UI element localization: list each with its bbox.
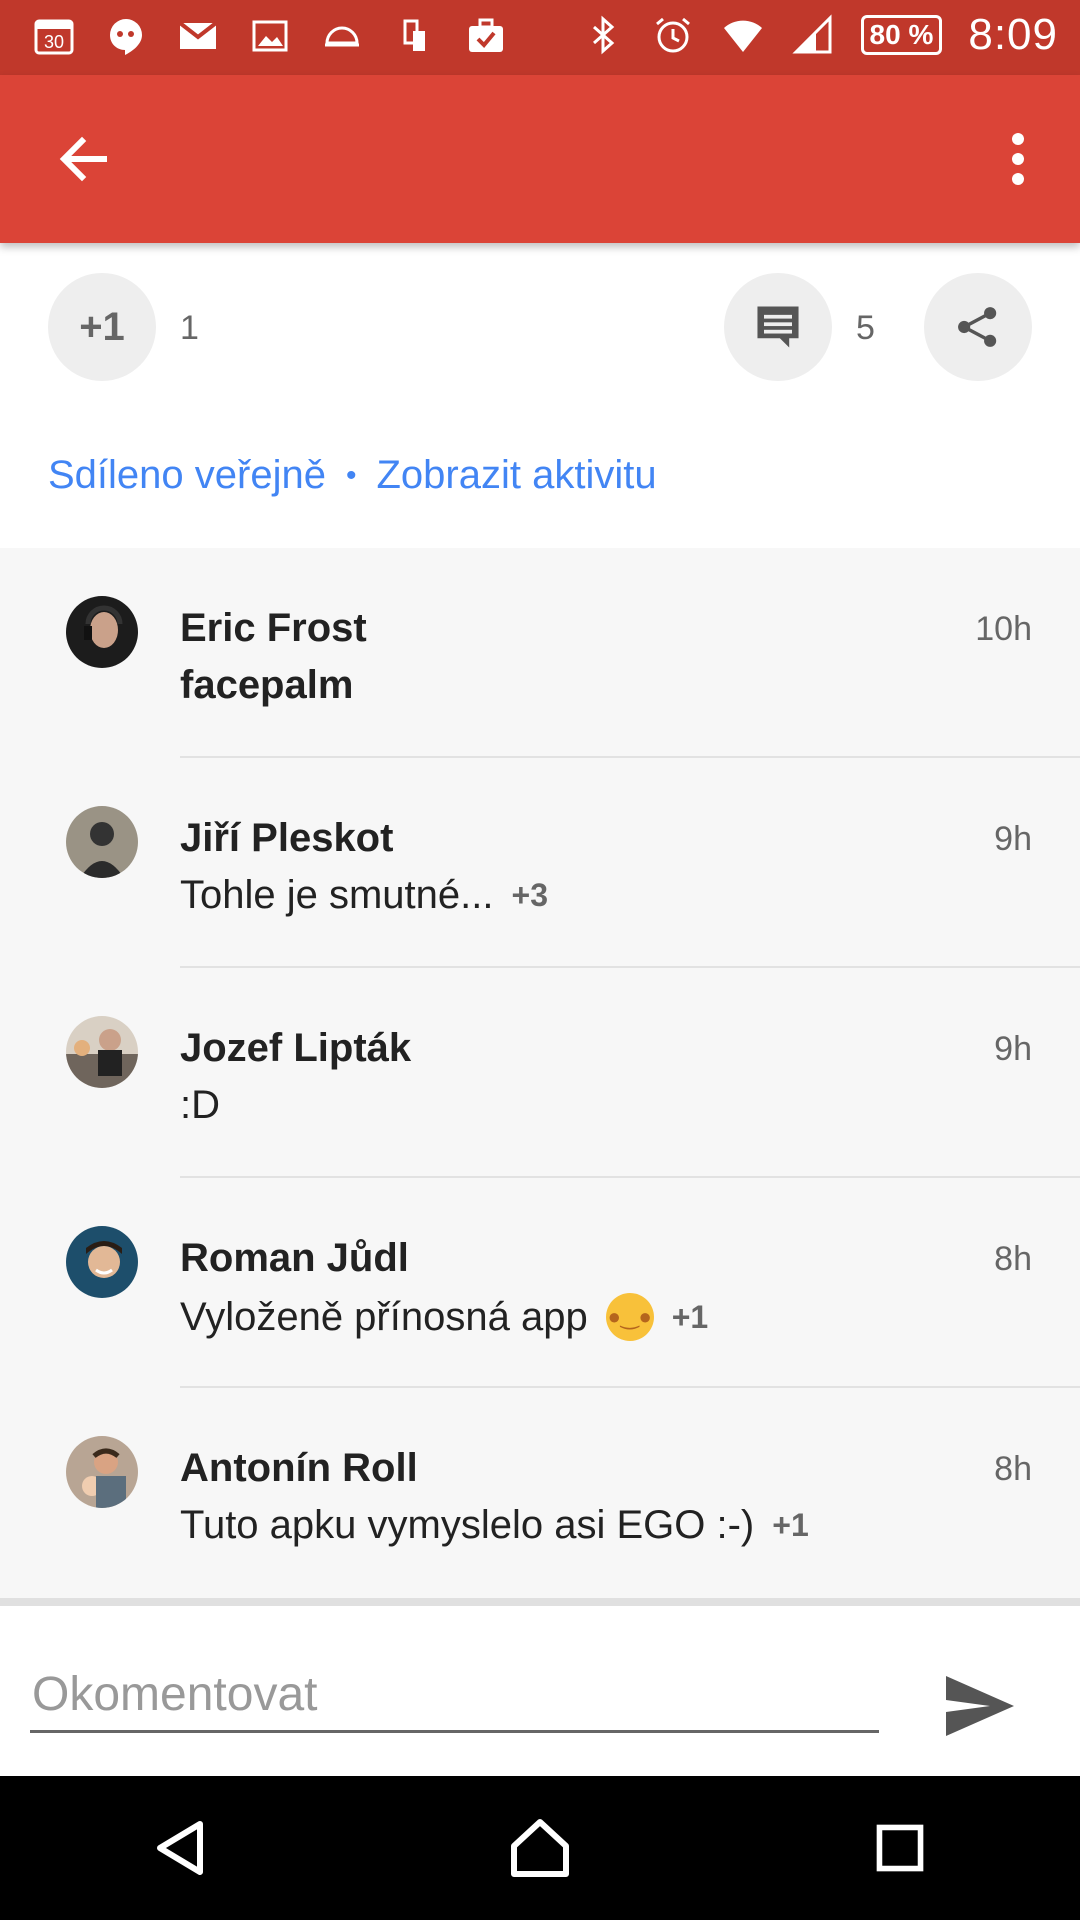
- comment-time: 10h: [975, 610, 1032, 648]
- nav-home-icon[interactable]: [495, 1803, 585, 1893]
- show-activity-link[interactable]: Zobrazit aktivitu: [376, 453, 656, 498]
- avatar[interactable]: [66, 1016, 138, 1088]
- back-arrow-icon[interactable]: [52, 127, 116, 191]
- comment-text: Vyloženě přínosná app ●‿● +1: [180, 1293, 708, 1341]
- post-actions: +1 1 5 Sdíleno veřejně • Zobrazit aktivi…: [0, 243, 1080, 548]
- comment-item[interactable]: Jiří Pleskot 9h Tohle je smutné... +3: [0, 758, 1080, 968]
- comment-item[interactable]: Jozef Lipták 9h :D: [0, 968, 1080, 1178]
- comment-time: 9h: [994, 1030, 1032, 1068]
- comment-body: Vyloženě přínosná app: [180, 1294, 588, 1339]
- comment-body: Tohle je smutné...: [180, 873, 494, 917]
- comment-item[interactable]: Roman Jůdl 8h Vyloženě přínosná app ●‿● …: [0, 1178, 1080, 1388]
- status-bar: 30 80 % 8:09: [0, 0, 1080, 75]
- calendar-day: 30: [44, 32, 64, 52]
- share-icon: [958, 307, 997, 347]
- plus-one-count: +1: [671, 1298, 709, 1335]
- comment-text: facepalm: [180, 663, 353, 708]
- plus-one-count: 1: [180, 309, 199, 347]
- comment-input[interactable]: [30, 1658, 879, 1733]
- alarm-icon: [651, 13, 695, 57]
- comment-text: Tuto apku vymyslelo asi EGO :-) +1: [180, 1503, 809, 1548]
- avatar[interactable]: [66, 806, 138, 878]
- avatar[interactable]: [66, 596, 138, 668]
- comment-author[interactable]: Antonín Roll: [180, 1446, 418, 1491]
- comments-list: Eric Frost 10h facepalm Jiří Pleskot 9h …: [0, 548, 1080, 1598]
- comment-count: 5: [856, 309, 875, 347]
- comment-composer: [0, 1598, 1080, 1776]
- link-separator: •: [345, 458, 357, 492]
- share-button[interactable]: [924, 273, 1032, 381]
- hangouts-icon: [104, 14, 148, 58]
- nav-back-icon[interactable]: [135, 1803, 225, 1893]
- comment-item[interactable]: Antonín Roll 8h Tuto apku vymyslelo asi …: [0, 1388, 1080, 1598]
- plus-one-count: +3: [511, 877, 548, 913]
- comment-author[interactable]: Jozef Lipták: [180, 1026, 411, 1071]
- plus-one-count: +1: [772, 1507, 809, 1543]
- device-icon: [392, 14, 436, 58]
- more-vert-icon[interactable]: [986, 127, 1050, 191]
- send-icon[interactable]: [940, 1666, 1020, 1746]
- work-icon: [464, 14, 508, 58]
- comment-button[interactable]: [724, 273, 832, 381]
- comment-body: facepalm: [180, 663, 354, 707]
- wifi-icon: [721, 13, 765, 57]
- plus-one-button[interactable]: +1: [48, 273, 156, 381]
- system-nav-bar: [0, 1776, 1080, 1920]
- app-bar: [0, 75, 1080, 243]
- avatar[interactable]: [66, 1226, 138, 1298]
- signal-icon: [791, 13, 835, 57]
- comment-item[interactable]: Eric Frost 10h facepalm: [0, 548, 1080, 758]
- comment-author[interactable]: Jiří Pleskot: [180, 816, 393, 861]
- comment-author[interactable]: Roman Jůdl: [180, 1236, 409, 1281]
- shared-publicly-link[interactable]: Sdíleno veřejně: [48, 453, 326, 498]
- comment-body: :D: [180, 1083, 220, 1127]
- comment-time: 9h: [994, 820, 1032, 858]
- weather-icon: [320, 14, 364, 58]
- plus-one-label: +1: [79, 304, 125, 349]
- comment-time: 8h: [994, 1450, 1032, 1488]
- emoji-icon: ●‿●: [605, 1293, 654, 1341]
- image-icon: [248, 14, 292, 58]
- nav-recents-icon[interactable]: [855, 1803, 945, 1893]
- comment-icon: [757, 306, 799, 348]
- gmail-icon: [176, 14, 220, 58]
- bluetooth-icon: [581, 13, 625, 57]
- comment-text: :D: [180, 1083, 220, 1128]
- calendar-icon: 30: [32, 14, 76, 58]
- comment-body: Tuto apku vymyslelo asi EGO :-): [180, 1503, 755, 1547]
- battery-indicator: 80 %: [860, 15, 943, 55]
- comment-time: 8h: [994, 1240, 1032, 1278]
- comment-author[interactable]: Eric Frost: [180, 606, 367, 651]
- post-links: Sdíleno veřejně • Zobrazit aktivitu: [48, 453, 657, 498]
- comment-text: Tohle je smutné... +3: [180, 873, 548, 918]
- avatar[interactable]: [66, 1436, 138, 1508]
- clock: 8:09: [968, 10, 1058, 59]
